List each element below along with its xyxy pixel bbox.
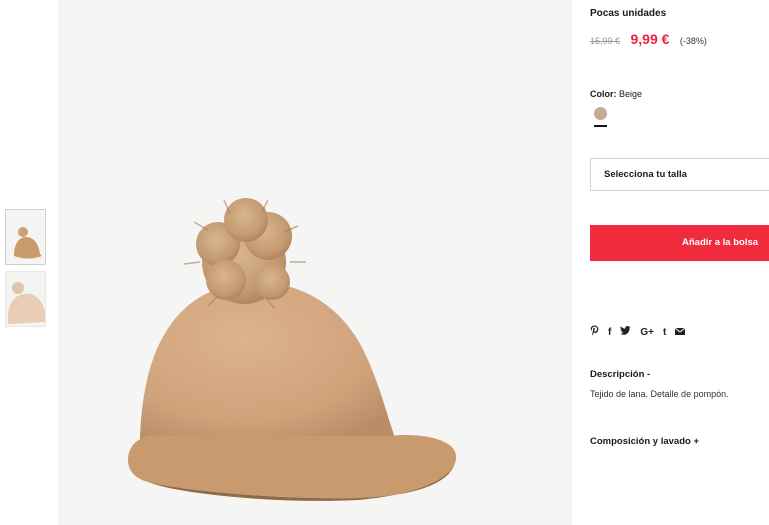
add-to-bag-button[interactable]: Añadir a la bolsa <box>590 225 769 261</box>
email-icon[interactable] <box>675 327 686 339</box>
pinterest-icon[interactable] <box>590 325 599 340</box>
hat-thumbnail-image-2 <box>8 282 45 324</box>
stock-status: Pocas unidades <box>590 8 667 19</box>
thumbnail-strip <box>5 209 46 333</box>
google-plus-icon[interactable]: G+ <box>640 327 654 339</box>
thumbnail-1[interactable] <box>5 209 46 265</box>
color-label-row: Color: Beige <box>590 89 642 99</box>
product-main-image[interactable] <box>58 0 572 525</box>
discount-percent: (-38%) <box>679 36 707 46</box>
color-value: Beige <box>619 89 643 99</box>
description-text: Tejido de lana. Detalle de pompón. <box>590 389 729 399</box>
thumbnail-2[interactable] <box>5 271 46 327</box>
price-row: 15,99 € 9,99 € (-38%) <box>590 31 707 49</box>
twitter-icon[interactable] <box>620 326 631 339</box>
color-swatch-beige[interactable] <box>594 107 607 120</box>
share-icons: f G+ t <box>590 325 686 340</box>
hat-image <box>128 198 457 501</box>
product-info-panel: Pocas unidades 15,99 € 9,99 € (-38%) Col… <box>590 0 769 525</box>
size-select[interactable]: Selecciona tu talla <box>590 158 769 191</box>
sale-price: 9,99 € <box>630 31 670 47</box>
color-label: Color: <box>590 89 617 99</box>
old-price: 15,99 € <box>590 36 621 46</box>
hat-thumbnail-image <box>14 227 42 259</box>
composition-care-header[interactable]: Composición y lavado + <box>590 436 699 447</box>
facebook-icon[interactable]: f <box>608 327 611 339</box>
tumblr-icon[interactable]: t <box>663 327 666 339</box>
description-header[interactable]: Descripción - <box>590 369 650 380</box>
selected-swatch-indicator <box>594 125 607 127</box>
